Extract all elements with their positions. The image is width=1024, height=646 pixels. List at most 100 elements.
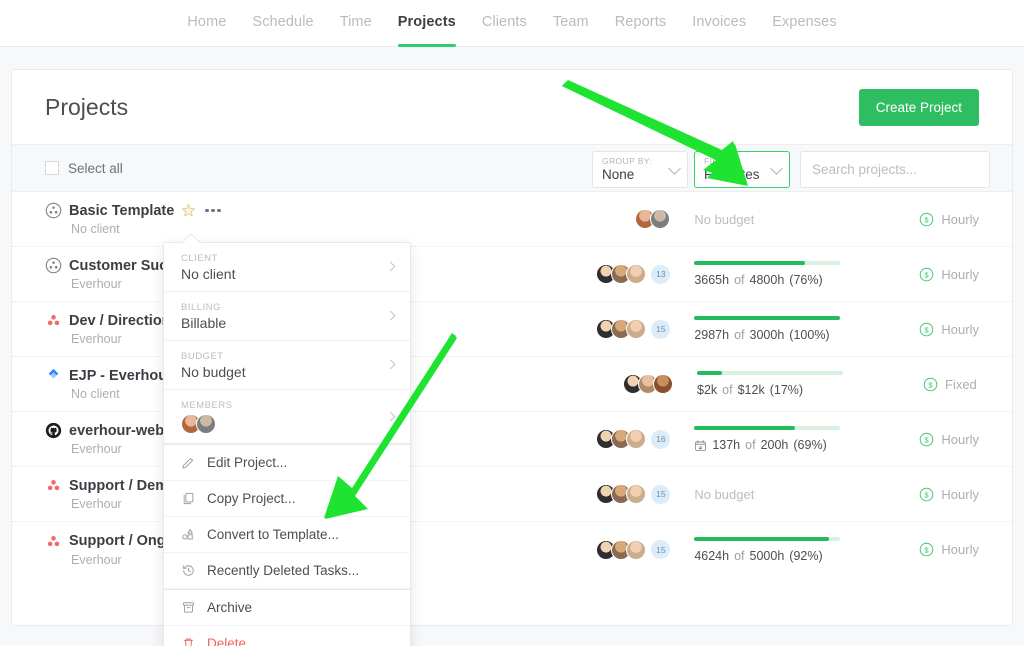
favorite-star-icon[interactable] [181, 203, 196, 218]
avatar-group [635, 209, 670, 229]
avatar-group [596, 429, 646, 449]
asana-dots-icon [45, 533, 62, 550]
nav-item-projects[interactable]: Projects [398, 0, 456, 47]
avatar [626, 540, 646, 560]
context-menu-budget-row[interactable]: BUDGET No budget [164, 341, 410, 390]
context-menu-recently-deleted-tasks[interactable]: Recently Deleted Tasks... [164, 553, 410, 589]
nav-item-clients[interactable]: Clients [482, 0, 527, 47]
create-project-button[interactable]: Create Project [859, 89, 979, 126]
github-icon [45, 422, 62, 439]
app-root: Home Schedule Time Projects Clients Team… [0, 0, 1024, 646]
budget-text: 2987h of 3000h (100%) [694, 328, 905, 342]
budget-cell: 2987h of 3000h (100%) [694, 316, 905, 342]
select-all-checkbox[interactable] [45, 161, 59, 175]
active-tab-underline [398, 44, 456, 47]
search-input[interactable] [812, 162, 978, 177]
budget-none-label: No budget [694, 487, 905, 502]
context-budget-label: BUDGET [181, 351, 396, 362]
members-cell[interactable]: 16 [563, 429, 671, 449]
table-row[interactable]: Basic Template No client No bud [12, 192, 1012, 247]
jira-icon [45, 367, 62, 384]
billing-label: Hourly [941, 322, 979, 337]
budget-progress-track [697, 371, 843, 375]
budget-cell: $2k of $12k (17%) [697, 371, 909, 397]
members-cell[interactable]: 15 [563, 319, 671, 339]
avatar-group [596, 540, 646, 560]
project-name-cell: Basic Template No client [45, 202, 563, 236]
dollar-circle-icon: $ [919, 487, 934, 502]
select-all-control[interactable]: Select all [45, 161, 123, 176]
context-menu-archive[interactable]: Archive [164, 590, 410, 626]
search-box[interactable] [800, 151, 990, 188]
nav-item-invoices[interactable]: Invoices [692, 0, 746, 47]
context-members-label: MEMBERS [181, 400, 396, 411]
avatar-group [596, 484, 646, 504]
context-menu-billing-row[interactable]: BILLING Billable [164, 292, 410, 341]
budget-text: 137h of 200h (69%) [694, 438, 905, 452]
nav-item-schedule[interactable]: Schedule [252, 0, 313, 47]
table-row[interactable]: EJP - Everhour J No client [12, 357, 1012, 412]
budget-percent: (100%) [789, 328, 829, 342]
budget-total: 3000h [750, 328, 785, 342]
nav-item-time[interactable]: Time [340, 0, 372, 47]
nav-items: Home Schedule Time Projects Clients Team… [187, 0, 836, 47]
context-billing-label: BILLING [181, 302, 396, 313]
dollar-circle-icon: $ [919, 542, 934, 557]
budget-progress-track [694, 537, 840, 541]
billing-label: Hourly [941, 212, 979, 227]
group-by-dropdown[interactable]: GROUP BY: None [592, 151, 688, 188]
members-cell[interactable] [565, 374, 673, 394]
billing-cell: $ Hourly [905, 432, 979, 447]
card-header: Projects Create Project [12, 70, 1012, 144]
dollar-circle-icon: $ [919, 432, 934, 447]
context-menu-edit-project[interactable]: Edit Project... [164, 445, 410, 481]
member-count-badge: 15 [651, 320, 670, 339]
svg-text:$: $ [925, 215, 930, 224]
members-cell[interactable]: 13 [563, 264, 671, 284]
nav-item-reports[interactable]: Reports [615, 0, 666, 47]
avatar-group [596, 319, 646, 339]
members-cell[interactable] [563, 209, 671, 229]
history-icon [181, 563, 196, 578]
context-menu-members-row[interactable]: MEMBERS [164, 390, 410, 444]
context-menu-delete-label: Delete [207, 636, 246, 646]
table-row[interactable]: Support / Ongoi Everhour 15 [12, 522, 1012, 577]
asana-dots-icon [45, 477, 62, 494]
nav-item-home[interactable]: Home [187, 0, 226, 47]
context-menu-convert-to-template-label: Convert to Template... [207, 527, 339, 542]
members-cell[interactable]: 15 [563, 484, 671, 504]
context-menu-recently-deleted-tasks-label: Recently Deleted Tasks... [207, 563, 359, 578]
budget-progress-fill [694, 316, 840, 320]
select-all-label: Select all [68, 161, 123, 176]
archive-icon [181, 600, 196, 615]
budget-of-word: of [734, 549, 744, 563]
budget-total: 5000h [750, 549, 785, 563]
context-menu-delete[interactable]: Delete [164, 626, 410, 646]
dollar-circle-icon: $ [919, 212, 934, 227]
projects-card: Projects Create Project Select all GROUP… [11, 69, 1013, 626]
budget-cell: No budget [694, 487, 905, 502]
budget-used: 2987h [694, 328, 729, 342]
budget-none-label: No budget [694, 212, 905, 227]
table-row[interactable]: Support / Demo Everhour 15 No budget [12, 467, 1012, 522]
avatar [196, 414, 216, 434]
asana-circle-icon [45, 202, 62, 219]
context-menu-client-row[interactable]: CLIENT No client [164, 243, 410, 292]
billing-cell: $ Hourly [905, 487, 979, 502]
asana-dots-icon [45, 312, 62, 329]
filter-dropdown[interactable]: FILTER: Favorites [694, 151, 790, 188]
filter-value: Favorites [704, 167, 781, 182]
table-row[interactable]: Dev / Directions Everhour 15 [12, 302, 1012, 357]
budget-used: 137h [712, 438, 740, 452]
dollar-circle-icon: $ [919, 267, 934, 282]
table-row[interactable]: everhour-web Everhour 16 [12, 412, 1012, 467]
row-menu-button[interactable] [203, 207, 223, 215]
table-row[interactable]: Customer Succe Everhour 13 [12, 247, 1012, 302]
members-cell[interactable]: 15 [563, 540, 671, 560]
nav-item-team[interactable]: Team [553, 0, 589, 47]
nav-item-expenses[interactable]: Expenses [772, 0, 836, 47]
context-menu-copy-project[interactable]: Copy Project... [164, 481, 410, 517]
billing-label: Hourly [941, 542, 979, 557]
context-menu-convert-to-template[interactable]: Convert to Template... [164, 517, 410, 553]
recurring-budget-icon [694, 439, 707, 452]
